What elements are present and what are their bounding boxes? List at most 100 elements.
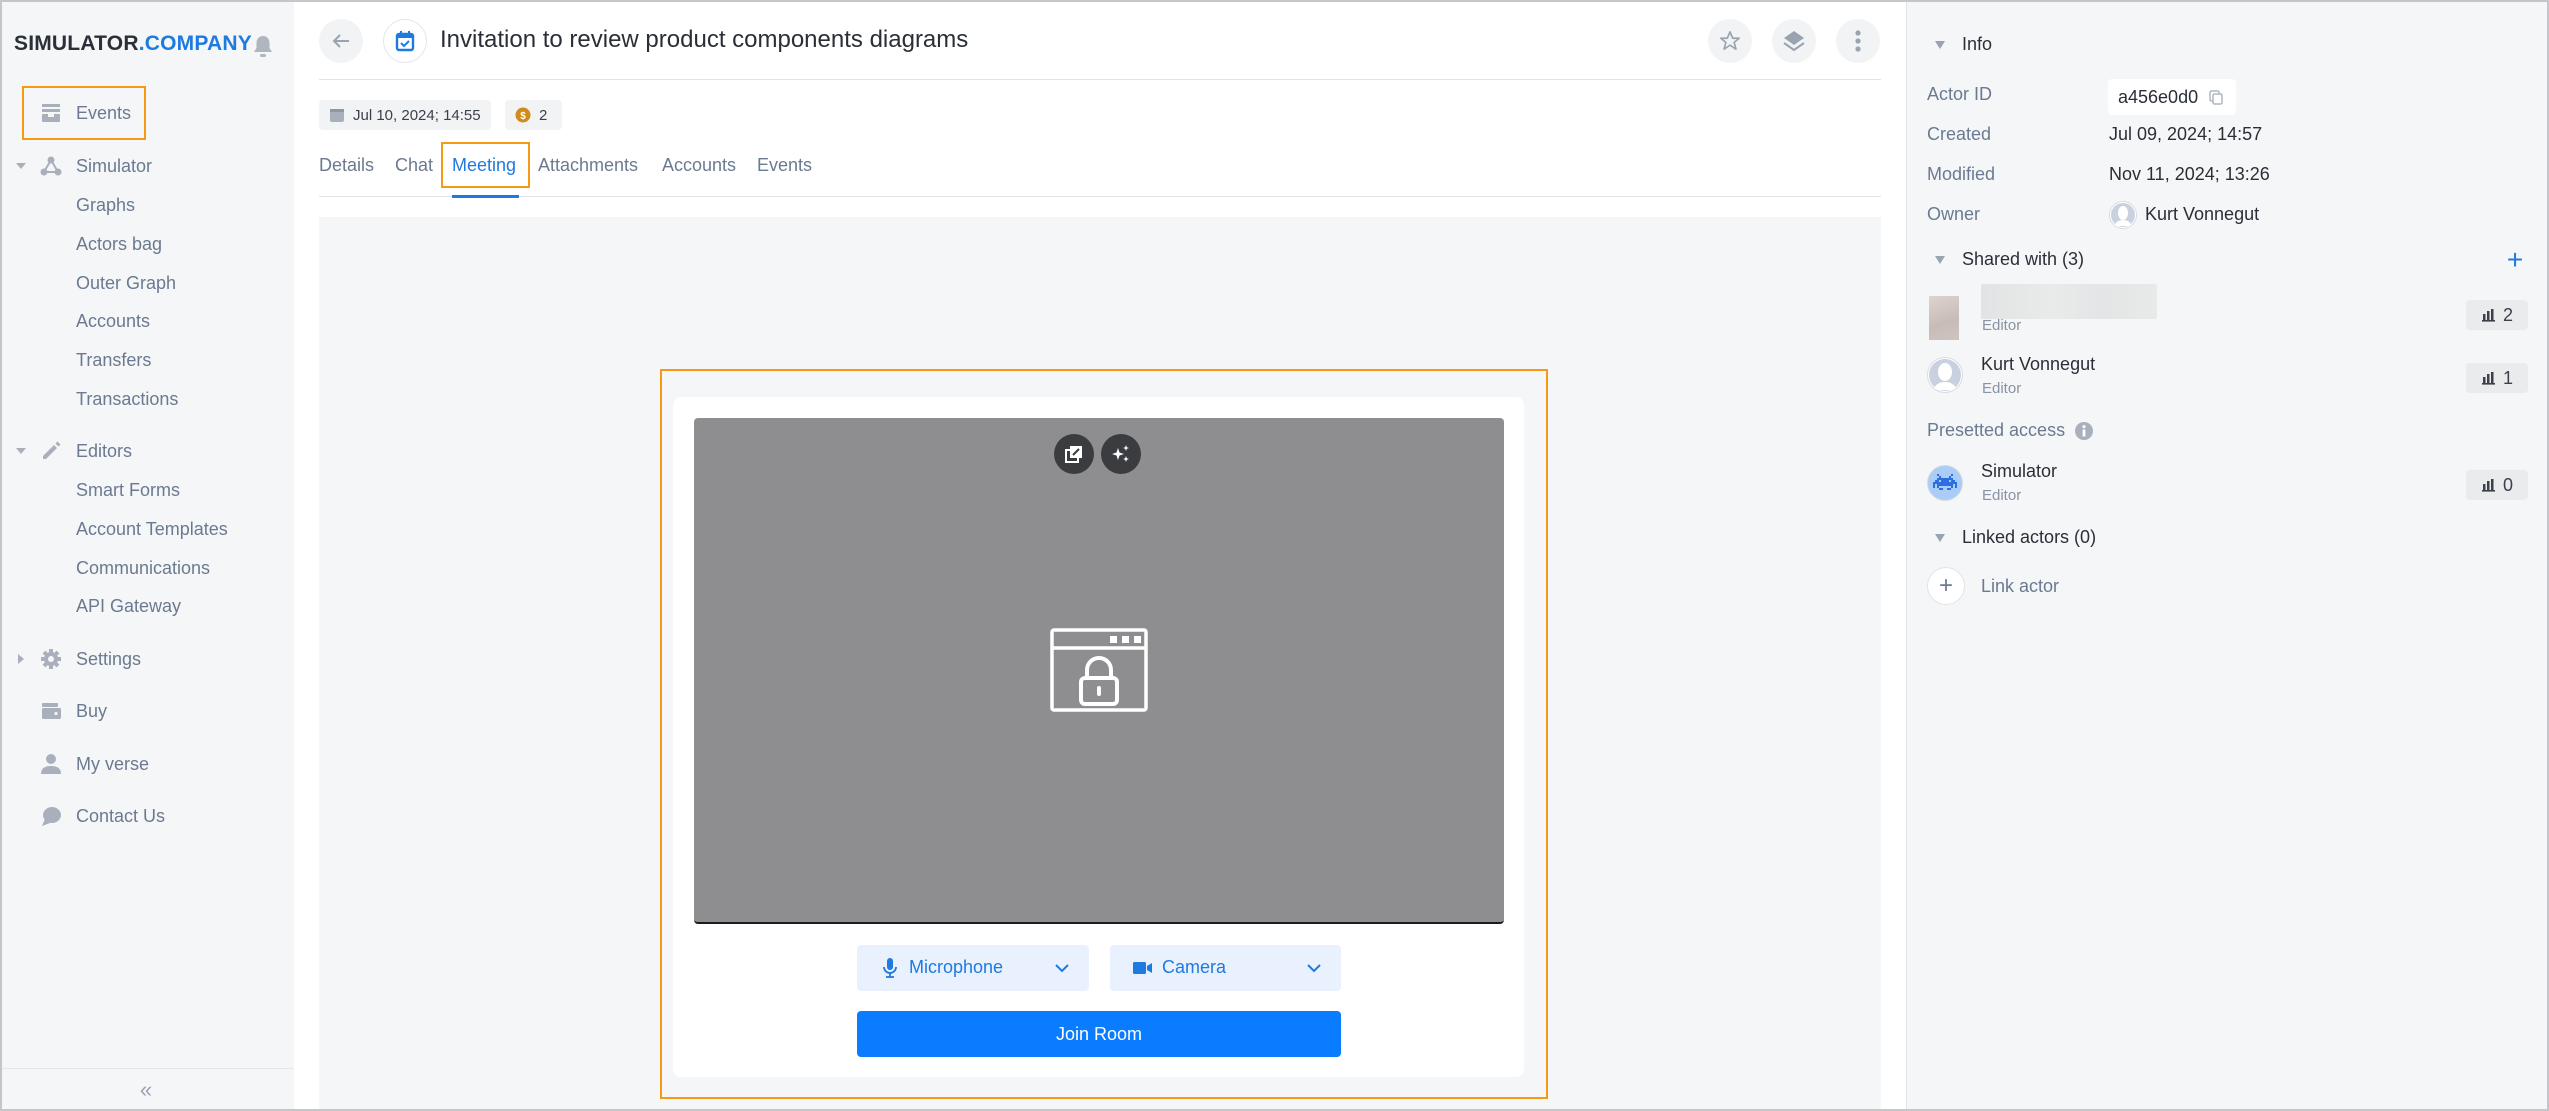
sidebar-item-transfers[interactable]: Transfers bbox=[0, 342, 294, 378]
shared-user-count[interactable]: 1 bbox=[2466, 363, 2528, 393]
caret-down-icon[interactable] bbox=[16, 161, 26, 171]
shared-user-avatar bbox=[1929, 296, 1959, 340]
coin-icon: $ bbox=[515, 107, 531, 123]
user-icon bbox=[41, 754, 61, 774]
actor-id-label: Actor ID bbox=[1927, 84, 1993, 104]
actor-id-chip: a456e0d0 bbox=[2108, 79, 2236, 115]
chat-bubble-icon bbox=[42, 807, 61, 826]
microphone-select[interactable]: Microphone bbox=[857, 945, 1089, 991]
caret-down-icon[interactable] bbox=[1935, 256, 1945, 264]
microphone-icon bbox=[883, 958, 897, 978]
caret-down-icon[interactable] bbox=[1935, 534, 1945, 542]
tab-chat[interactable]: Chat bbox=[395, 155, 433, 176]
sidebar-item-actors-bag[interactable]: Actors bag bbox=[0, 226, 294, 262]
user-silhouette-icon bbox=[1929, 359, 1961, 391]
more-vertical-icon bbox=[1855, 30, 1861, 52]
owner-avatar bbox=[2109, 201, 2137, 229]
caret-down-icon[interactable] bbox=[16, 446, 26, 456]
sidebar-item-accounts[interactable]: Accounts bbox=[0, 303, 294, 339]
meeting-tab-highlight bbox=[441, 142, 530, 188]
info-icon[interactable] bbox=[2075, 421, 2094, 440]
calendar-check-icon bbox=[395, 31, 415, 52]
sidebar-item-simulator[interactable]: Simulator bbox=[0, 148, 294, 184]
user-silhouette-icon bbox=[2111, 203, 2135, 227]
effects-button[interactable] bbox=[1101, 434, 1141, 474]
tab-accounts[interactable]: Accounts bbox=[662, 155, 736, 176]
modified-label: Modified bbox=[1927, 164, 1996, 184]
sidebar-item-editors[interactable]: Editors bbox=[0, 433, 294, 469]
sidebar-item-smart-forms[interactable]: Smart Forms bbox=[0, 472, 294, 508]
sidebar: SIMULATOR.COMPANY Events Simulator Graph… bbox=[0, 0, 294, 1111]
coin-chip[interactable]: $ 2 bbox=[505, 100, 562, 130]
back-button[interactable] bbox=[319, 19, 363, 63]
link-actor-label[interactable]: Link actor bbox=[1981, 576, 2059, 597]
presetted-access-label: Presetted access bbox=[1927, 420, 2094, 441]
page-title: Invitation to review product components … bbox=[440, 26, 969, 53]
tabs-divider bbox=[319, 196, 1881, 197]
svg-text:$: $ bbox=[520, 111, 526, 122]
layers-button[interactable] bbox=[1772, 19, 1816, 63]
popout-icon bbox=[1065, 446, 1082, 463]
sidebar-item-communications[interactable]: Communications bbox=[0, 550, 294, 586]
sidebar-item-events[interactable]: Events bbox=[0, 95, 294, 131]
sidebar-item-contact-us[interactable]: Contact Us bbox=[0, 798, 294, 834]
sidebar-item-api-gateway[interactable]: API Gateway bbox=[0, 588, 294, 624]
sidebar-item-settings[interactable]: Settings bbox=[0, 641, 294, 677]
collapse-sidebar-icon[interactable]: « bbox=[134, 1078, 158, 1102]
modified-value: Nov 11, 2024; 13:26 bbox=[2109, 164, 2270, 184]
sidebar-item-my-verse[interactable]: My verse bbox=[0, 746, 294, 782]
date-chip: Jul 10, 2024; 14:55 bbox=[319, 100, 491, 130]
browser-lock-icon bbox=[1050, 628, 1148, 712]
copy-icon[interactable] bbox=[2208, 89, 2224, 105]
presetted-actor-count[interactable]: 0 bbox=[2466, 470, 2528, 500]
bar-chart-icon bbox=[2481, 479, 2495, 492]
layers-icon bbox=[1783, 31, 1805, 52]
pencil-icon bbox=[43, 441, 61, 459]
shared-with-title[interactable]: Shared with (3) bbox=[1962, 249, 2084, 270]
sparkles-icon bbox=[1112, 445, 1129, 462]
sidebar-item-graphs[interactable]: Graphs bbox=[0, 187, 294, 223]
logo[interactable]: SIMULATOR.COMPANY bbox=[14, 32, 252, 56]
created-label: Created bbox=[1927, 124, 1992, 144]
header-divider bbox=[319, 79, 1881, 80]
actor-id-value: a456e0d0 bbox=[2118, 86, 2199, 107]
bar-chart-icon bbox=[2481, 309, 2495, 322]
caret-right-icon[interactable] bbox=[16, 654, 26, 664]
favorite-button[interactable] bbox=[1708, 19, 1752, 63]
sidebar-item-transactions[interactable]: Transactions bbox=[0, 381, 294, 417]
tab-details[interactable]: Details bbox=[319, 155, 374, 176]
event-type-badge bbox=[383, 19, 427, 63]
shared-user-role: Editor bbox=[1982, 380, 2022, 397]
sidebar-item-outer-graph[interactable]: Outer Graph bbox=[0, 265, 294, 301]
owner-label: Owner bbox=[1927, 204, 1981, 224]
linked-actors-title[interactable]: Linked actors (0) bbox=[1962, 527, 2096, 548]
join-room-button[interactable]: Join Room bbox=[857, 1011, 1341, 1057]
popout-button[interactable] bbox=[1054, 434, 1094, 474]
sidebar-item-buy[interactable]: Buy bbox=[0, 693, 294, 729]
sidebar-divider bbox=[0, 1068, 294, 1069]
link-actor-button[interactable]: + bbox=[1927, 567, 1965, 605]
kurt-vonnegut-avatar bbox=[1927, 357, 1963, 393]
info-section-title[interactable]: Info bbox=[1962, 34, 1992, 55]
tab-attachments[interactable]: Attachments bbox=[538, 155, 638, 176]
more-options-button[interactable] bbox=[1836, 19, 1880, 63]
sidebar-item-account-templates[interactable]: Account Templates bbox=[0, 511, 294, 547]
bell-icon[interactable] bbox=[252, 34, 274, 58]
chevron-down-icon bbox=[1055, 964, 1069, 973]
camera-select[interactable]: Camera bbox=[1110, 945, 1341, 991]
gear-icon bbox=[41, 649, 61, 669]
add-share-button[interactable]: + bbox=[2503, 246, 2527, 274]
presetted-actor-name[interactable]: Simulator bbox=[1981, 461, 2057, 482]
star-icon bbox=[1720, 31, 1740, 51]
shared-user-role: Editor bbox=[1982, 317, 2022, 334]
calendar-icon bbox=[330, 109, 344, 122]
video-camera-icon bbox=[1133, 962, 1152, 974]
chevron-down-icon bbox=[1307, 964, 1321, 973]
created-value: Jul 09, 2024; 14:57 bbox=[2109, 124, 2263, 144]
owner-value[interactable]: Kurt Vonnegut bbox=[2145, 204, 2259, 225]
tab-events[interactable]: Events bbox=[757, 155, 812, 176]
caret-down-icon[interactable] bbox=[1935, 41, 1945, 49]
shared-user-count[interactable]: 2 bbox=[2466, 300, 2528, 330]
shared-user-name[interactable]: Kurt Vonnegut bbox=[1981, 354, 2095, 375]
space-invader-icon bbox=[1933, 474, 1957, 490]
